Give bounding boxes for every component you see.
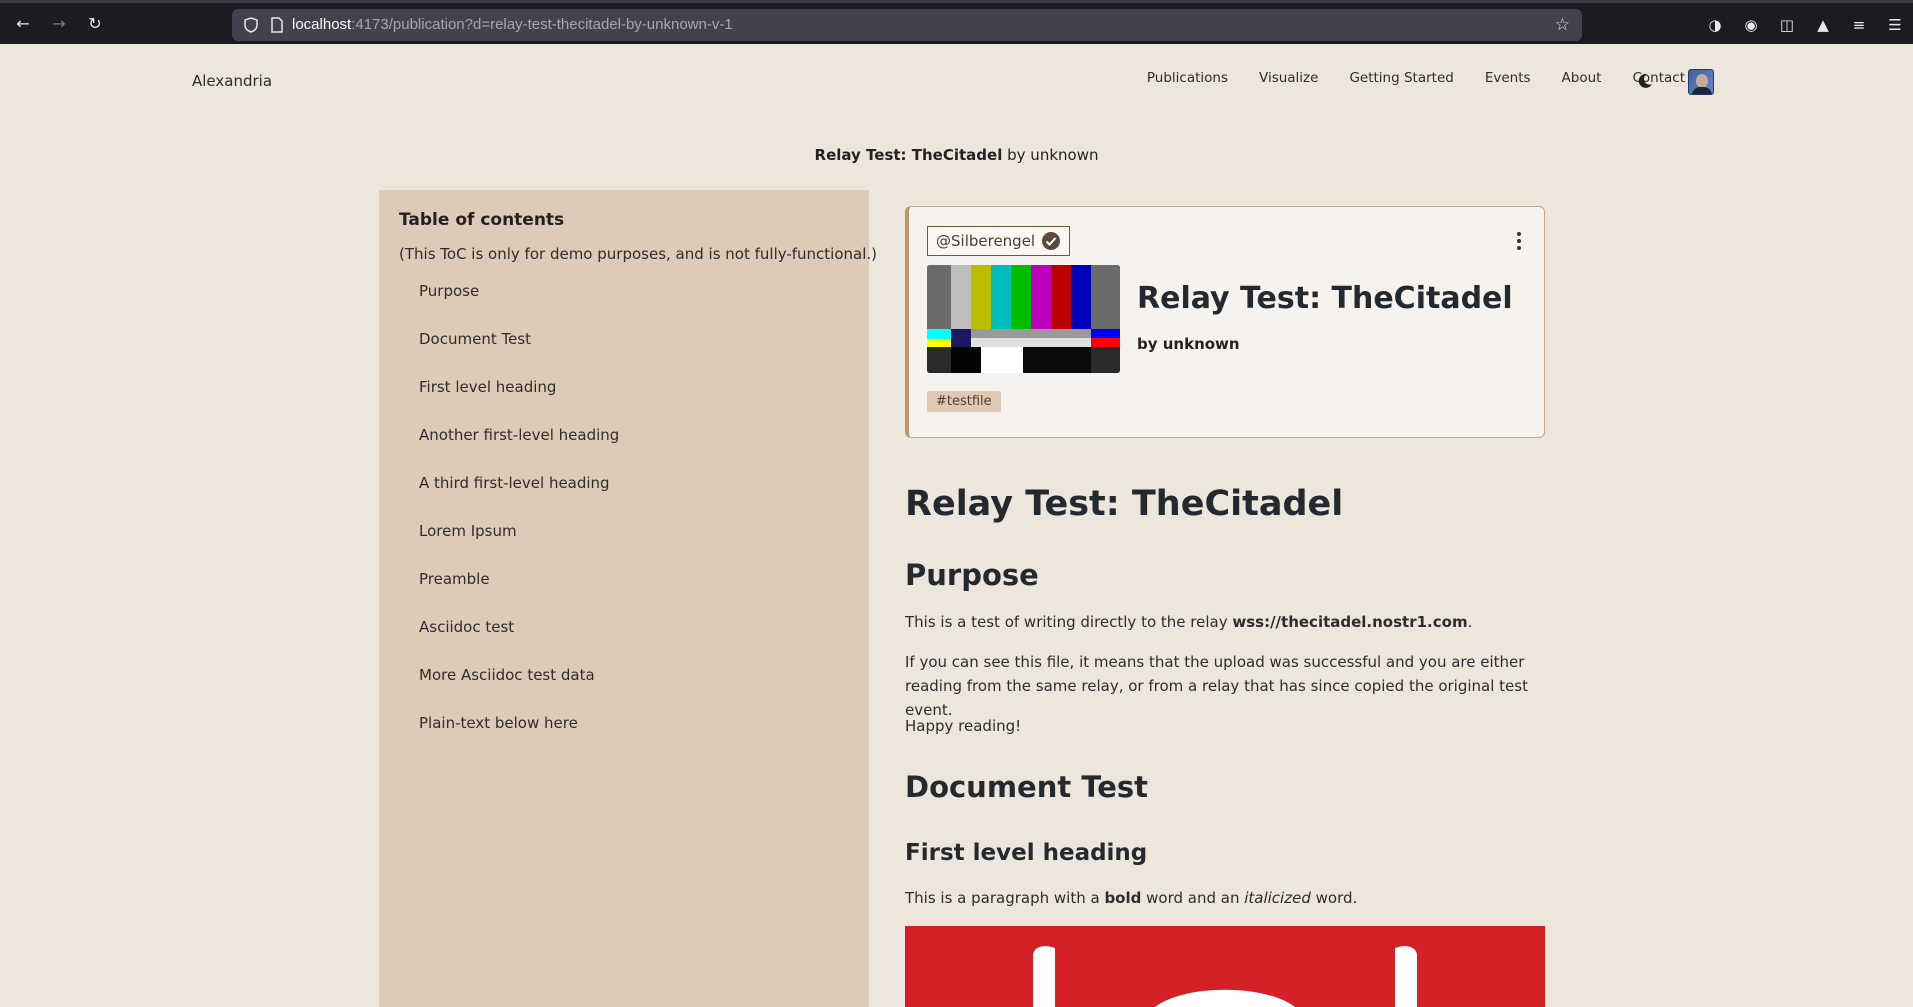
url-host: localhost: [292, 16, 352, 33]
section-heading-purpose: Purpose: [905, 558, 1039, 592]
page-info-icon[interactable]: [270, 17, 284, 33]
toc-item[interactable]: Lorem Ipsum: [419, 522, 619, 570]
publication-card: @Silberengel Relay Test: TheCitadel by u…: [905, 206, 1545, 438]
purpose-paragraph-2: If you can see this file, it means that …: [905, 653, 1528, 719]
toc-item[interactable]: A third first-level heading: [419, 474, 619, 522]
shield-icon[interactable]: [244, 17, 258, 33]
toc-heading: Table of contents: [399, 210, 565, 230]
formatting-paragraph: This is a paragraph with a bold word and…: [905, 889, 1358, 907]
author-handle-badge[interactable]: @Silberengel: [927, 226, 1071, 256]
nav-publications[interactable]: Publications: [1147, 70, 1228, 86]
toc-item[interactable]: Another first-level heading: [419, 426, 619, 474]
nav-about[interactable]: About: [1562, 70, 1602, 86]
publication-header-by: by unknown: [1007, 146, 1099, 164]
embedded-image: [905, 926, 1545, 1007]
verified-badge-icon: [1042, 232, 1061, 250]
table-of-contents: Table of contents (This ToC is only for …: [379, 190, 877, 1007]
forward-arrow-icon[interactable]: →: [48, 13, 70, 35]
url-text[interactable]: localhost:4173/publication?d=relay-test-…: [292, 16, 733, 33]
nav-events[interactable]: Events: [1485, 70, 1531, 86]
toc-item[interactable]: More Asciidoc test data: [419, 666, 619, 714]
address-bar[interactable]: localhost:4173/publication?d=relay-test-…: [232, 9, 1582, 41]
toc-item[interactable]: Document Test: [419, 330, 619, 378]
dark-mode-moon-icon[interactable]: [1636, 72, 1654, 90]
section-heading-document-test: Document Test: [905, 770, 1149, 804]
more-options-icon[interactable]: [1516, 231, 1522, 251]
nav-getting-started[interactable]: Getting Started: [1349, 70, 1453, 86]
back-arrow-icon[interactable]: ←: [12, 13, 34, 35]
toc-note: (This ToC is only for demo purposes, and…: [399, 245, 878, 263]
extension-a-icon[interactable]: ▲: [1813, 15, 1833, 35]
toc-item[interactable]: Plain-text below here: [419, 714, 619, 762]
extension-b-icon[interactable]: ≡: [1849, 15, 1869, 35]
card-title[interactable]: Relay Test: TheCitadel: [1137, 281, 1513, 316]
account-icon[interactable]: ◉: [1741, 15, 1761, 35]
tag-badge[interactable]: #testfile: [927, 391, 1001, 412]
card-author: by unknown: [1137, 335, 1240, 353]
cover-image-test-pattern: [927, 265, 1120, 373]
extensions-icon[interactable]: ◫: [1777, 15, 1797, 35]
user-avatar[interactable]: [1688, 69, 1714, 95]
toc-item[interactable]: First level heading: [419, 378, 619, 426]
nav-visualize[interactable]: Visualize: [1259, 70, 1318, 86]
purpose-paragraph-3: Happy reading!: [905, 717, 1022, 735]
reload-icon[interactable]: ↻: [84, 13, 106, 35]
publication-header-title: Relay Test: TheCitadel: [814, 146, 1003, 164]
toc-item[interactable]: Preamble: [419, 570, 619, 618]
author-handle: @Silberengel: [936, 232, 1036, 250]
bookmark-star-icon[interactable]: ☆: [1555, 15, 1570, 35]
toc-item[interactable]: Purpose: [419, 282, 619, 330]
url-path: :4173/publication?d=relay-test-thecitade…: [351, 16, 733, 33]
menu-icon[interactable]: ☰: [1885, 15, 1905, 35]
browser-toolbar: ← → ↻ localhost:4173/publication?d=relay…: [0, 0, 1913, 44]
document-title: Relay Test: TheCitadel: [905, 484, 1344, 524]
pocket-icon[interactable]: ◑: [1705, 15, 1725, 35]
toc-item[interactable]: Asciidoc test: [419, 618, 619, 666]
publication-header: Relay Test: TheCitadel by unknown: [0, 146, 1913, 164]
section-heading-first-level: First level heading: [905, 840, 1148, 866]
purpose-paragraph-1: This is a test of writing directly to th…: [905, 613, 1473, 631]
site-brand[interactable]: Alexandria: [192, 72, 272, 90]
top-nav: Publications Visualize Getting Started E…: [1116, 70, 1685, 86]
